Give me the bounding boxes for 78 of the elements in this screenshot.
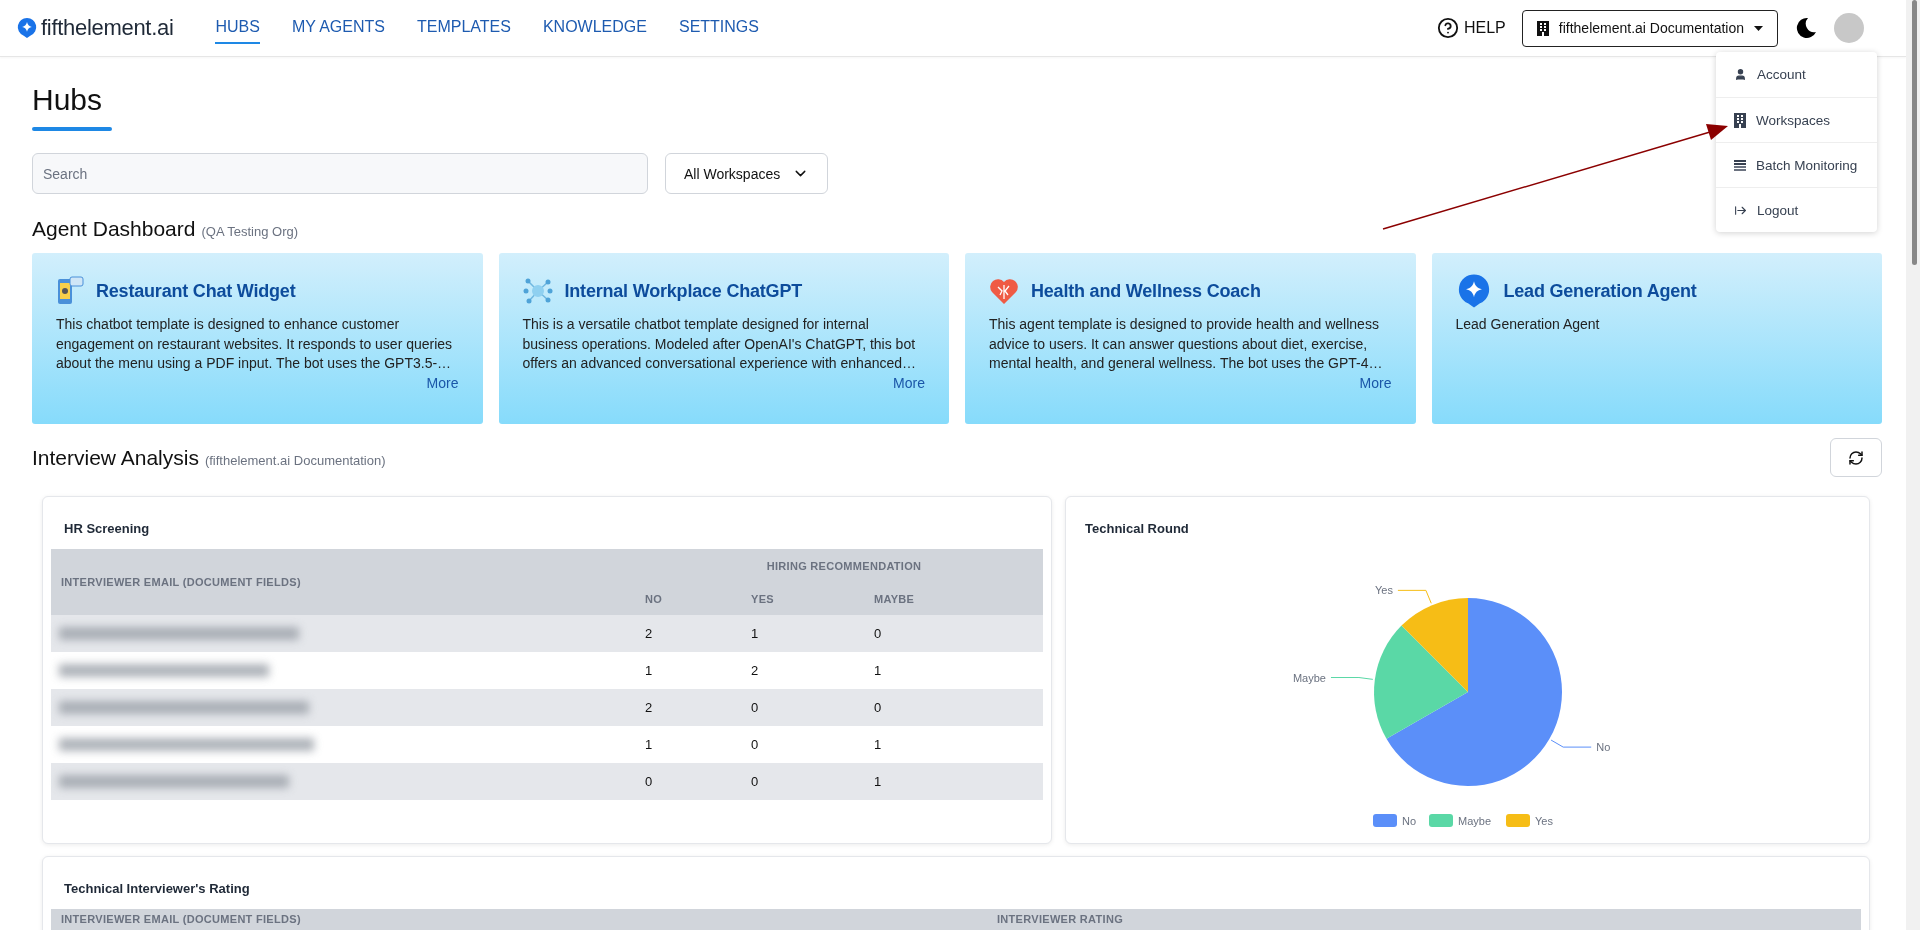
- card-title: Health and Wellness Coach: [1031, 280, 1261, 302]
- card-title: Lead Generation Agent: [1503, 280, 1697, 302]
- leader-line: [1329, 677, 1373, 680]
- column-header: MAYBE: [874, 582, 1043, 615]
- legend-label[interactable]: No: [1401, 815, 1416, 827]
- table-cell: 1: [751, 615, 874, 652]
- network-icon: [522, 276, 553, 306]
- more-link[interactable]: More: [426, 374, 459, 391]
- section-title: Agent Dashboard: [32, 217, 196, 241]
- table-cell: 0: [874, 615, 1043, 652]
- table-cell: 2: [645, 615, 751, 652]
- agent-card[interactable]: [32, 253, 483, 424]
- menu-item[interactable]: Logout: [1716, 187, 1877, 232]
- menu-item[interactable]: Account: [1716, 52, 1877, 97]
- search-field[interactable]: Search: [32, 153, 648, 194]
- phone-chat-icon: [56, 276, 84, 306]
- scrollbar[interactable]: [1906, 0, 1920, 930]
- slice-label: Maybe: [1292, 671, 1326, 684]
- leader-line: [1550, 739, 1592, 748]
- table-cell: 0: [645, 763, 751, 800]
- column-header: INTERVIEWER EMAIL (DOCUMENT FIELDS): [51, 909, 997, 930]
- card-title: Restaurant Chat Widget: [96, 280, 296, 302]
- refresh-button[interactable]: [1830, 438, 1882, 477]
- card-description: Lead Generation Agent: [1455, 315, 1601, 334]
- table-cell: 0: [874, 689, 1043, 726]
- page-title: Hubs: [32, 82, 103, 118]
- org-name: (fifthelement.ai Documentation): [204, 452, 386, 468]
- table-cell: 2: [645, 689, 751, 726]
- more-link[interactable]: More: [1359, 374, 1392, 391]
- slice-label: Yes: [1374, 584, 1393, 597]
- pie-slice[interactable]: [1386, 598, 1562, 786]
- building-icon: [1536, 20, 1549, 36]
- slice-label: No: [1595, 741, 1610, 754]
- nav-tab[interactable]: KNOWLEDGE: [542, 12, 647, 44]
- help-icon: [1437, 17, 1459, 39]
- building-icon: [1734, 112, 1746, 128]
- heart-icon: [989, 277, 1019, 305]
- person-icon: [1734, 68, 1747, 81]
- card-title: Internal Workplace ChatGPT: [564, 280, 803, 302]
- column-header: NO: [645, 582, 751, 615]
- logo-icon: [16, 17, 38, 39]
- card-description: This is a versatile chatbot template designed for internal business operations. Modeled after OpenAI's ChatGPT, this bot offers an advanced conversational experience with enhanced…: [522, 315, 918, 373]
- stack-icon: [1734, 159, 1746, 171]
- nav-tab[interactable]: HUBS: [215, 12, 260, 44]
- table-cell: 0: [751, 689, 874, 726]
- card-description: This agent template is designed to provide health and wellness advice to users. It can answer questions about diet, exercise, mental health, and general wellness. The bot uses the GPT-4…: [989, 315, 1384, 373]
- nav-tab[interactable]: TEMPLATES: [417, 12, 511, 44]
- brand-name[interactable]: fifthelement.ai: [41, 15, 174, 41]
- nav-tab[interactable]: MY AGENTS: [291, 12, 385, 44]
- section-title: Interview Analysis: [32, 445, 199, 470]
- table-cell: 0: [751, 763, 874, 800]
- org-name: (QA Testing Org): [201, 224, 299, 239]
- caret-icon: [1754, 25, 1763, 31]
- legend-label[interactable]: Maybe: [1457, 815, 1491, 827]
- agent-card[interactable]: [498, 253, 949, 424]
- card-title: HR Screening: [63, 521, 151, 536]
- leader-line: [1396, 589, 1432, 604]
- column-header: INTERVIEWER RATING: [997, 909, 1861, 930]
- card-title: Technical Interviewer's Rating: [63, 881, 251, 896]
- refresh-icon: [1848, 449, 1864, 466]
- logout-icon: [1734, 203, 1747, 217]
- card-description: This chatbot template is designed to enhance customer engagement on restaurant websites. It responds to user queries about the menu using a PDF input. The bot uses the GPT3.5-…: [56, 315, 454, 373]
- workspace-dropdown[interactable]: fifthelement.ai Documentation: [1521, 9, 1778, 47]
- nav-tab[interactable]: SETTINGS: [678, 12, 759, 44]
- workspace-filter[interactable]: All Workspaces: [665, 153, 829, 194]
- pie-slice[interactable]: [1373, 625, 1468, 739]
- table-cell: 1: [874, 763, 1043, 800]
- agent-card[interactable]: Lead Generation Agent Lead Generation Agent: [1431, 253, 1882, 424]
- legend-label[interactable]: Yes: [1534, 815, 1553, 827]
- column-group-header: HIRING RECOMMENDATION: [645, 549, 1043, 582]
- help-link[interactable]: HELP: [1437, 17, 1506, 39]
- moon-icon[interactable]: [1794, 16, 1818, 40]
- column-header: YES: [751, 582, 874, 615]
- agent-card[interactable]: [965, 253, 1416, 424]
- card-title: Technical Round: [1084, 521, 1190, 536]
- column-header: INTERVIEWER EMAIL (DOCUMENT FIELDS): [51, 549, 645, 615]
- more-link[interactable]: More: [893, 374, 925, 391]
- menu-item[interactable]: Batch Monitoring: [1716, 142, 1877, 187]
